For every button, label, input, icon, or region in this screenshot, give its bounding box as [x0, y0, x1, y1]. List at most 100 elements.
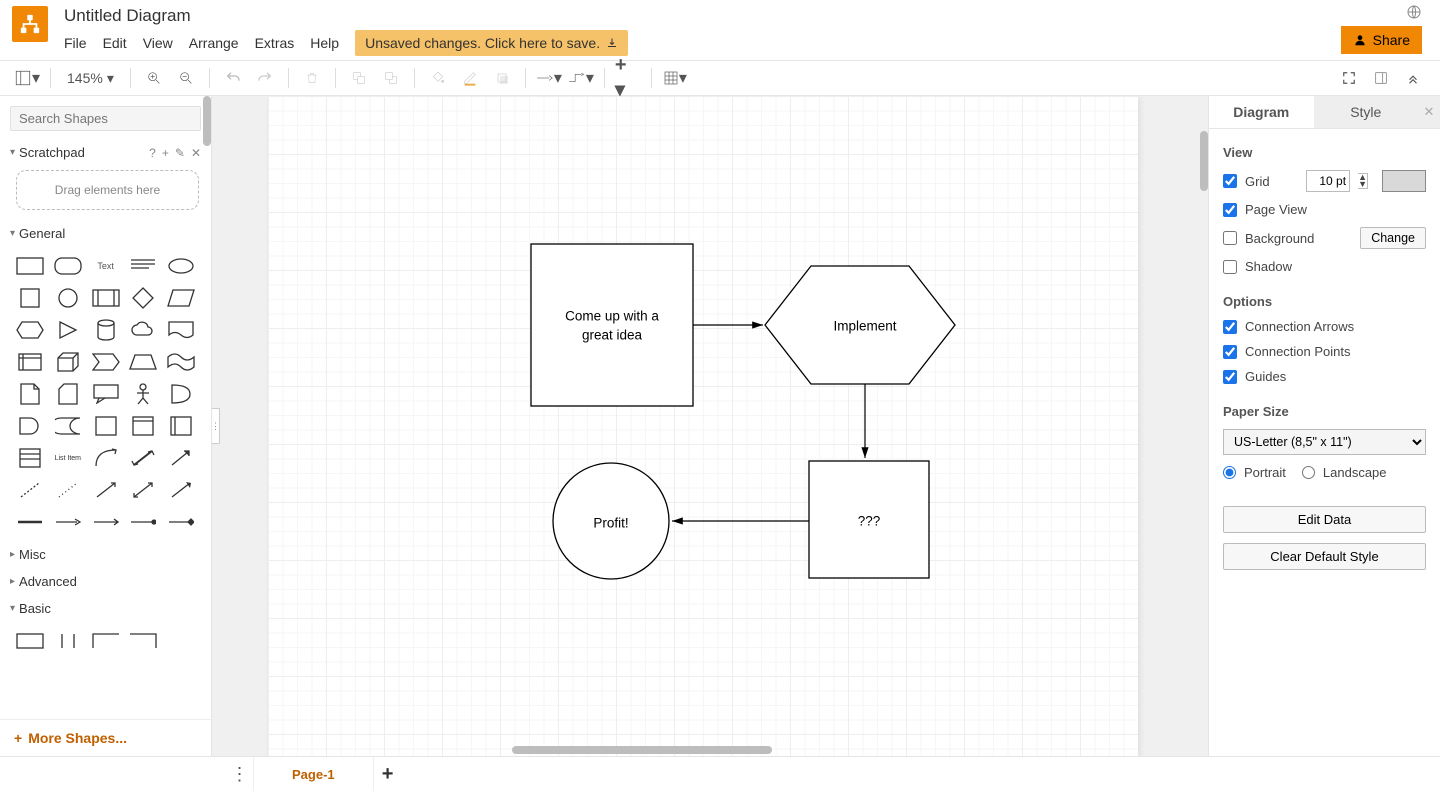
- shape-ellipse[interactable]: [165, 253, 197, 279]
- canvas-scrollbar-v[interactable]: [1200, 131, 1208, 191]
- format-panel-toggle[interactable]: [1368, 65, 1394, 91]
- connection-style-button[interactable]: ▾: [536, 65, 562, 91]
- menu-extras[interactable]: Extras: [255, 35, 295, 51]
- unsaved-changes-button[interactable]: Unsaved changes. Click here to save.: [355, 30, 628, 56]
- grid-color-swatch[interactable]: [1382, 170, 1426, 192]
- clear-default-style-button[interactable]: Clear Default Style: [1223, 543, 1426, 570]
- shape-hline-arrow[interactable]: [52, 509, 84, 535]
- conn-arrows-checkbox[interactable]: [1223, 320, 1237, 334]
- shape-dotted[interactable]: [52, 477, 84, 503]
- shape-cube[interactable]: [52, 349, 84, 375]
- node-implement[interactable]: Implement: [833, 319, 896, 334]
- shape-hline-dot[interactable]: [127, 509, 159, 535]
- to-back-button[interactable]: [378, 65, 404, 91]
- page-tab-1[interactable]: Page-1: [254, 757, 374, 791]
- view-mode-button[interactable]: ▾: [14, 65, 40, 91]
- tab-style[interactable]: Style: [1314, 96, 1419, 128]
- shape-hline-open[interactable]: [90, 509, 122, 535]
- shape-hline-thick[interactable]: [14, 509, 46, 535]
- line-color-button[interactable]: [457, 65, 483, 91]
- grid-size-input[interactable]: [1306, 170, 1350, 192]
- paper-size-select[interactable]: US-Letter (8,5" x 11"): [1223, 429, 1426, 455]
- section-general[interactable]: ▾ General: [0, 220, 211, 247]
- shape-line-arrow[interactable]: [90, 477, 122, 503]
- shape-arrow[interactable]: [165, 445, 197, 471]
- menu-arrange[interactable]: Arrange: [189, 35, 239, 51]
- menu-file[interactable]: File: [64, 35, 87, 51]
- pageview-checkbox[interactable]: [1223, 203, 1237, 217]
- shape-cloud[interactable]: [127, 317, 159, 343]
- section-misc[interactable]: ▸ Misc: [0, 541, 211, 568]
- scratchpad-help-icon[interactable]: ?: [149, 146, 156, 160]
- node-idea-l1[interactable]: Come up with a: [565, 309, 659, 324]
- zoom-out-button[interactable]: [173, 65, 199, 91]
- shape-note[interactable]: [14, 381, 46, 407]
- scratchpad-header[interactable]: ▾ Scratchpad ? + ✎ ✕: [0, 139, 211, 166]
- share-button[interactable]: Share: [1341, 26, 1422, 54]
- undo-button[interactable]: [220, 65, 246, 91]
- delete-button[interactable]: [299, 65, 325, 91]
- shape-textbox[interactable]: [127, 253, 159, 279]
- edit-data-button[interactable]: Edit Data: [1223, 506, 1426, 533]
- section-basic[interactable]: ▾ Basic: [0, 595, 211, 622]
- shape-partial2[interactable]: [127, 628, 159, 654]
- shape-partial[interactable]: [90, 628, 122, 654]
- shape-trapezoid[interactable]: [127, 349, 159, 375]
- shape-bidir-line[interactable]: [127, 477, 159, 503]
- page-surface[interactable]: Come up with a great idea Implement ??? …: [268, 96, 1138, 756]
- section-advanced[interactable]: ▸ Advanced: [0, 568, 211, 595]
- shape-actor[interactable]: [127, 381, 159, 407]
- menu-help[interactable]: Help: [310, 35, 339, 51]
- shape-curve[interactable]: [90, 445, 122, 471]
- scratchpad-dropzone[interactable]: Drag elements here: [16, 170, 199, 210]
- tab-diagram[interactable]: Diagram: [1209, 96, 1314, 128]
- insert-button[interactable]: + ▾: [615, 65, 641, 91]
- shadow-button[interactable]: [489, 65, 515, 91]
- document-title[interactable]: Untitled Diagram: [64, 6, 628, 26]
- search-shapes-input[interactable]: [10, 106, 201, 131]
- portrait-radio[interactable]: [1223, 466, 1236, 479]
- grid-checkbox[interactable]: [1223, 174, 1237, 188]
- fullscreen-button[interactable]: [1336, 65, 1362, 91]
- shape-rect-b[interactable]: [14, 628, 46, 654]
- canvas-scrollbar-h[interactable]: [512, 746, 772, 754]
- shape-step[interactable]: [90, 349, 122, 375]
- shape-data-storage[interactable]: [52, 413, 84, 439]
- more-shapes-button[interactable]: + More Shapes...: [0, 719, 211, 756]
- shape-text[interactable]: Text: [90, 253, 122, 279]
- shape-square[interactable]: [14, 285, 46, 311]
- shape-cylinder[interactable]: [90, 317, 122, 343]
- sidebar-collapse-handle[interactable]: ⋮: [212, 408, 220, 444]
- panel-close-icon[interactable]: ✕: [1418, 96, 1440, 128]
- shape-container3[interactable]: [165, 413, 197, 439]
- menu-view[interactable]: View: [143, 35, 173, 51]
- scratchpad-add-icon[interactable]: +: [162, 146, 169, 160]
- shape-hline-diamond[interactable]: [165, 509, 197, 535]
- shape-link[interactable]: [165, 477, 197, 503]
- shape-document[interactable]: [165, 317, 197, 343]
- shape-list2[interactable]: List Item: [52, 445, 84, 471]
- node-profit[interactable]: Profit!: [593, 516, 628, 531]
- canvas[interactable]: ⋮ Come up with a great idea Implement: [212, 96, 1208, 756]
- shape-list[interactable]: [14, 445, 46, 471]
- landscape-radio[interactable]: [1302, 466, 1315, 479]
- shape-and[interactable]: [14, 413, 46, 439]
- sidebar-scrollbar[interactable]: [203, 96, 211, 146]
- guides-checkbox[interactable]: [1223, 370, 1237, 384]
- search-field[interactable]: [19, 111, 195, 126]
- to-front-button[interactable]: [346, 65, 372, 91]
- change-bg-button[interactable]: Change: [1360, 227, 1426, 249]
- shape-container2[interactable]: [127, 413, 159, 439]
- shape-parallelogram[interactable]: [165, 285, 197, 311]
- collapse-toolbar-button[interactable]: [1400, 65, 1426, 91]
- shape-bidir-arrow[interactable]: [127, 445, 159, 471]
- shape-internal-storage[interactable]: [14, 349, 46, 375]
- shape-triangle[interactable]: [52, 317, 84, 343]
- zoom-in-button[interactable]: [141, 65, 167, 91]
- shape-process[interactable]: [90, 285, 122, 311]
- shape-circle[interactable]: [52, 285, 84, 311]
- shape-diamond[interactable]: [127, 285, 159, 311]
- node-idea-l2[interactable]: great idea: [582, 328, 643, 343]
- shape-gap[interactable]: [52, 628, 84, 654]
- conn-points-checkbox[interactable]: [1223, 345, 1237, 359]
